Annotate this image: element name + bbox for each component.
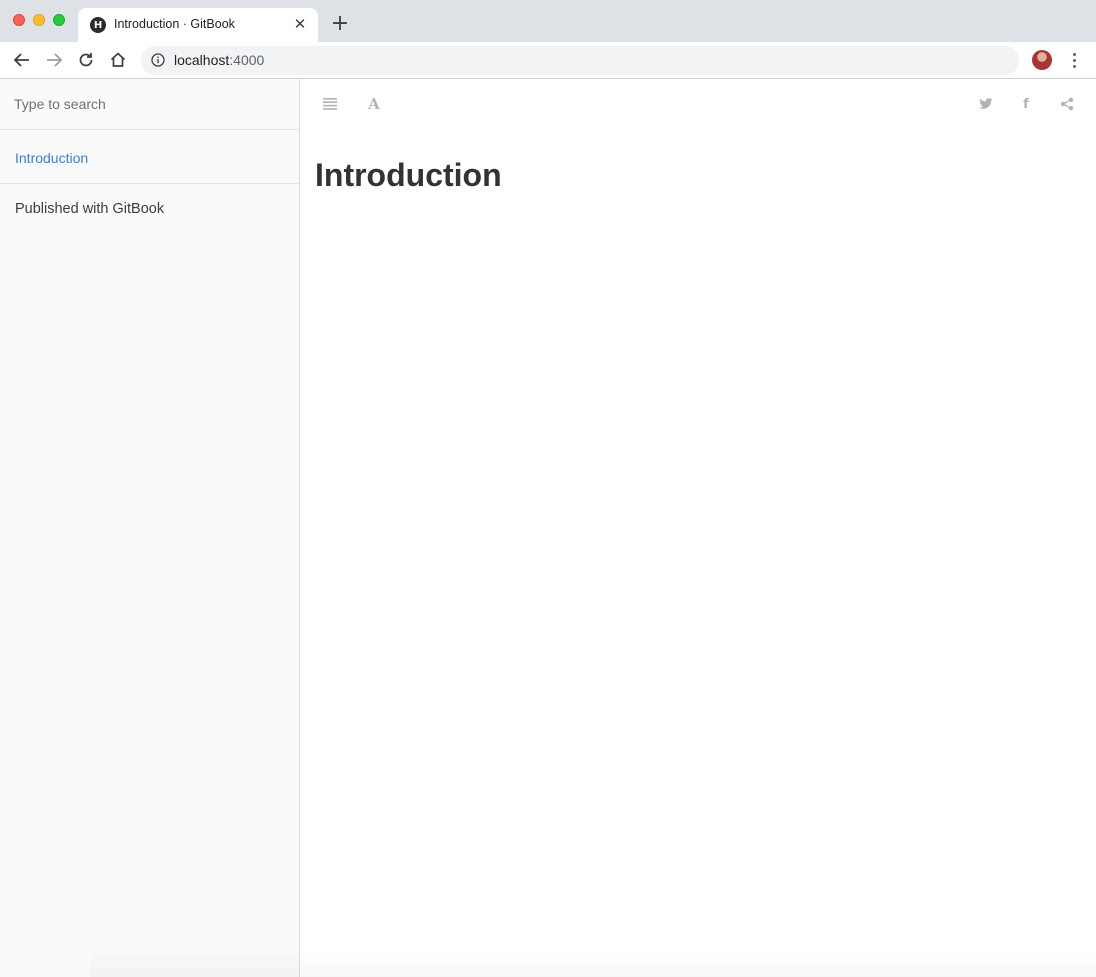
published-with-gitbook-link[interactable]: Published with GitBook [15, 201, 164, 217]
url-host: localhost [174, 52, 230, 68]
back-arrow-icon[interactable] [12, 50, 32, 70]
twitter-icon[interactable] [976, 95, 996, 113]
home-icon[interactable] [108, 50, 128, 70]
font-settings-icon[interactable]: A [364, 95, 384, 113]
share-icon[interactable] [1057, 95, 1077, 113]
book-summary-sidebar: Introduction Published with GitBook [0, 79, 300, 977]
facebook-icon[interactable]: f [1016, 95, 1036, 113]
browser-tab-active[interactable]: H Introduction · GitBook ✕ [78, 8, 318, 42]
address-bar[interactable]: localhost:4000 [141, 46, 1019, 75]
font-settings-glyph: A [368, 95, 380, 113]
tab-title: Introduction · GitBook [114, 17, 235, 31]
gitbook-page: Introduction Published with GitBook A f [0, 79, 1096, 977]
info-icon[interactable] [151, 53, 165, 67]
summary-divider [0, 183, 299, 184]
tab-close-icon[interactable]: ✕ [292, 15, 308, 33]
reload-icon[interactable] [76, 50, 96, 70]
kebab-menu-icon[interactable] [1066, 50, 1082, 70]
browser-toolbar: localhost:4000 [0, 42, 1096, 79]
search-box [0, 79, 299, 130]
url-port: :4000 [229, 52, 265, 68]
minimize-window-button[interactable] [33, 14, 45, 26]
maximize-window-button[interactable] [53, 14, 65, 26]
profile-avatar[interactable] [1032, 50, 1052, 70]
close-window-button[interactable] [13, 14, 25, 26]
url-text[interactable]: localhost:4000 [174, 52, 264, 68]
favicon-icon: H [90, 17, 106, 33]
browser-titlebar: H Introduction · GitBook ✕ + [0, 0, 1096, 42]
toc-toggle-icon[interactable] [320, 95, 340, 113]
search-input[interactable] [14, 93, 284, 115]
facebook-glyph: f [1023, 96, 1029, 112]
new-tab-button[interactable]: + [330, 13, 350, 35]
page-title: Introduction [315, 157, 502, 193]
summary-item-introduction[interactable]: Introduction [15, 150, 88, 166]
forward-arrow-icon[interactable] [44, 50, 64, 70]
book-header: A f [300, 79, 1096, 129]
